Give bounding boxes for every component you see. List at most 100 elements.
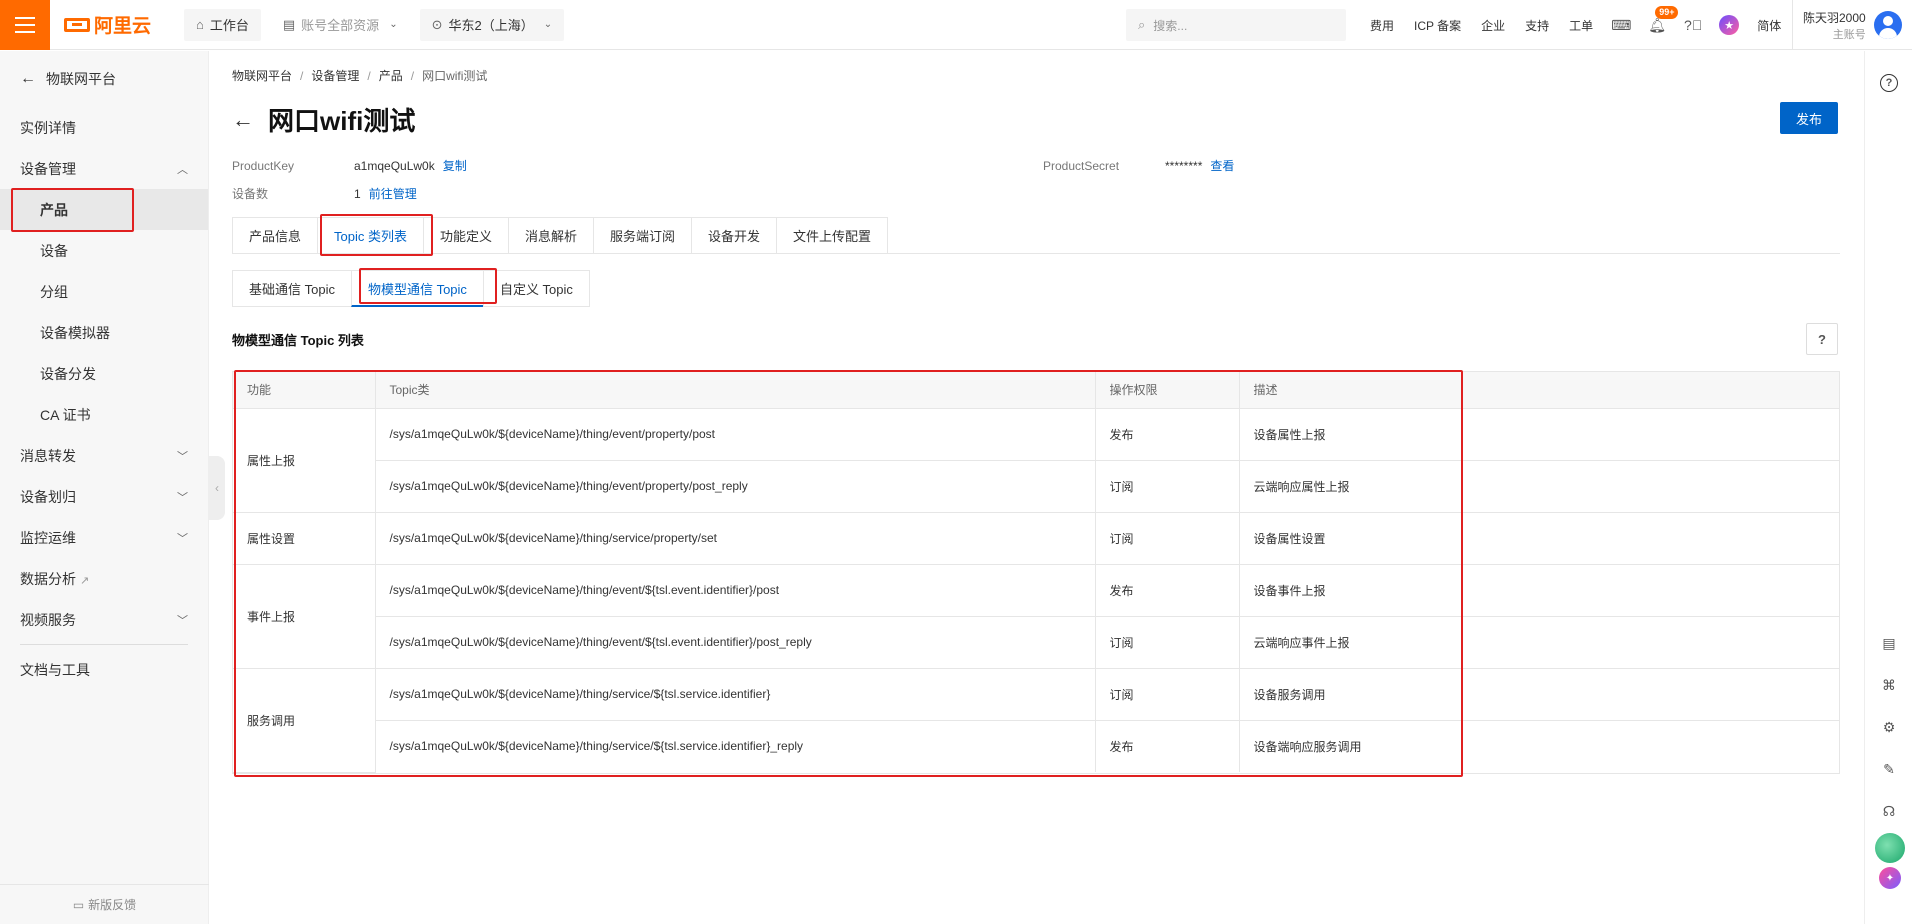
tab-function-definition[interactable]: 功能定义 (422, 217, 508, 254)
product-secret-row: ProductSecret ******** 查看 (1043, 157, 1234, 174)
view-secret-link[interactable]: 查看 (1210, 159, 1234, 173)
subtab-custom-topic[interactable]: 自定义 Topic (482, 270, 590, 307)
breadcrumb-item[interactable]: 物联网平台 (232, 67, 292, 84)
main-content: 物联网平台 / 设备管理 / 产品 / 网口wifi测试 ← 网口wifi测试 发布 … (209, 51, 1864, 924)
topic-cell: /sys/a1mqeQuLw0k/${deviceName}/thing/eve… (375, 564, 1096, 617)
header-description: 描述 (1239, 372, 1463, 409)
manage-link[interactable]: 前往管理 (369, 187, 417, 201)
sidebar-item-product[interactable]: 产品 (0, 189, 208, 230)
resource-selector[interactable]: ▤ 账号全部资源 ⌄ (270, 8, 410, 41)
sidebar-item-video[interactable]: 视频服务 ﹀ (0, 599, 208, 640)
edit-icon[interactable]: ✎ (1879, 759, 1899, 779)
table-row: /sys/a1mqeQuLw0k/${deviceName}/thing/ser… (233, 720, 1839, 772)
enterprise-link[interactable]: 企业 (1481, 17, 1505, 34)
user-role: 主账号 (1832, 28, 1866, 41)
resource-icon: ▤ (282, 16, 296, 32)
menu-icon[interactable] (0, 0, 50, 50)
chevron-up-icon: ︿ (177, 163, 188, 176)
bell-icon[interactable]: 🔔︎ 99+ (1647, 6, 1679, 35)
chevron-down-icon: ﹀ (177, 491, 188, 504)
breadcrumb-item[interactable]: 设备管理 (311, 67, 359, 84)
sidebar-item-data-analysis[interactable]: 数据分析 ↗ (0, 558, 208, 599)
product-secret-label: ProductSecret (1043, 159, 1120, 173)
search-icon: ⌕ (1138, 17, 1146, 32)
topic-cell: /sys/a1mqeQuLw0k/${deviceName}/thing/eve… (375, 408, 1096, 461)
home-icon: ⌂ (196, 17, 204, 32)
description-cell: 设备端响应服务调用 (1239, 720, 1463, 772)
code-icon[interactable]: ⌘ (1879, 675, 1899, 695)
terminal-icon[interactable]: ⌨ (1611, 15, 1631, 35)
document-icon[interactable]: ▤ (1879, 633, 1899, 653)
product-key-value: a1mqeQuLw0k (354, 159, 435, 173)
sidebar-item-distribution[interactable]: 设备分发 (0, 353, 208, 394)
topic-cell: /sys/a1mqeQuLw0k/${deviceName}/thing/ser… (375, 512, 1096, 565)
sidebar-item-ca-cert[interactable]: CA 证书 (0, 394, 208, 435)
tab-server-subscription[interactable]: 服务端订阅 (593, 217, 692, 254)
headset-icon[interactable]: ☊ (1879, 801, 1899, 821)
permission-cell: 发布 (1095, 408, 1240, 461)
assistant-badge-icon[interactable] (1875, 833, 1905, 863)
tab-product-info[interactable]: 产品信息 (232, 217, 318, 254)
sidebar-item-docs[interactable]: 文档与工具 (0, 649, 208, 690)
table-row: 服务调用 /sys/a1mqeQuLw0k/${deviceName}/thin… (233, 668, 1839, 773)
topic-table: 功能 Topic类 操作权限 描述 属性上报 /sys/a1mqeQuLw0k/… (232, 371, 1840, 774)
sidebar-item-group[interactable]: 分组 (0, 271, 208, 312)
sidebar: ← 物联网平台 实例详情 设备管理 ︿ 产品 设备 分组 设备模拟器 设备分发 CA… (0, 51, 209, 924)
subtab-basic-topic[interactable]: 基础通信 Topic (232, 270, 351, 307)
header-function: 功能 (233, 372, 376, 409)
tab-device-development[interactable]: 设备开发 (691, 217, 777, 254)
region-selector[interactable]: ⊙ 华东2（上海） ⌄ (419, 8, 565, 41)
permission-cell: 订阅 (1095, 616, 1240, 669)
search-input[interactable]: ⌕ 搜索... (1126, 9, 1346, 41)
help-circle-icon[interactable]: ? (1879, 73, 1899, 93)
chevron-down-icon: ﹀ (177, 614, 188, 627)
tab-topic-list[interactable]: Topic 类列表 (317, 217, 423, 254)
aliyun-logo-icon (64, 17, 90, 32)
description-cell: 设备事件上报 (1239, 564, 1463, 617)
logo[interactable]: 阿里云 (64, 11, 174, 38)
breadcrumb-item[interactable]: 产品 (379, 67, 403, 84)
icp-link[interactable]: ICP 备案 (1414, 17, 1461, 34)
language-switch[interactable]: 简体 (1757, 17, 1781, 34)
user-menu[interactable]: 陈天羽2000 主账号 (1792, 0, 1902, 50)
sidebar-item-message-forward[interactable]: 消息转发 ﹀ (0, 435, 208, 476)
back-arrow-icon[interactable]: ← (232, 107, 254, 133)
sidebar-item-device[interactable]: 设备 (0, 230, 208, 271)
page-title: 网口wifi测试 (268, 106, 416, 136)
function-cell: 事件上报 (233, 564, 376, 669)
ai-assistant-icon[interactable]: ★ (1719, 15, 1740, 35)
feedback-button[interactable]: ▭ 新版反馈 (0, 884, 209, 924)
workbench-button[interactable]: ⌂ 工作台 (184, 8, 261, 41)
brain-icon[interactable]: ✦ (1879, 867, 1901, 889)
sidebar-item-monitoring[interactable]: 监控运维 ﹀ (0, 517, 208, 558)
settings-icon[interactable]: ⚙ (1879, 717, 1899, 737)
sidebar-back-button[interactable]: ← 物联网平台 (0, 51, 208, 107)
help-button[interactable]: ? (1806, 323, 1838, 355)
product-tabs: 产品信息 Topic 类列表 功能定义 消息解析 服务端订阅 设备开发 文件上传… (232, 217, 1840, 254)
product-key-row: ProductKey a1mqeQuLw0k 复制 (232, 157, 467, 174)
top-bar: 阿里云 ⌂ 工作台 ▤ 账号全部资源 ⌄ ⊙ 华东2（上海） ⌄ ⌕ 搜索... 费用 IC… (0, 0, 1912, 50)
permission-cell: 发布 (1095, 564, 1240, 617)
subtab-tsl-topic[interactable]: 物模型通信 Topic (350, 270, 483, 307)
header-topic: Topic类 (375, 372, 1096, 409)
topic-cell: /sys/a1mqeQuLw0k/${deviceName}/thing/ser… (375, 668, 1096, 721)
avatar[interactable] (1873, 11, 1902, 39)
tab-message-parse[interactable]: 消息解析 (508, 217, 594, 254)
sidebar-item-device-assign[interactable]: 设备划归 ﹀ (0, 476, 208, 517)
publish-button[interactable]: 发布 (1780, 102, 1838, 134)
notification-badge: 99+ (1655, 6, 1679, 19)
device-count-label: 设备数 (232, 187, 269, 201)
copy-link[interactable]: 复制 (443, 159, 467, 173)
description-cell: 设备属性上报 (1239, 408, 1463, 461)
ticket-link[interactable]: 工单 (1569, 17, 1593, 34)
product-key-label: ProductKey (232, 159, 295, 173)
sidebar-item-simulator[interactable]: 设备模拟器 (0, 312, 208, 353)
help-icon[interactable]: ?⃝ (1683, 15, 1703, 35)
billing-link[interactable]: 费用 (1370, 17, 1394, 34)
topic-subtabs: 基础通信 Topic 物模型通信 Topic 自定义 Topic (232, 270, 590, 307)
support-link[interactable]: 支持 (1525, 17, 1549, 34)
tab-file-upload[interactable]: 文件上传配置 (776, 217, 889, 254)
function-cell: 服务调用 (233, 668, 376, 773)
sidebar-item-instance[interactable]: 实例详情 (0, 107, 208, 148)
sidebar-item-device-management[interactable]: 设备管理 ︿ (0, 148, 208, 189)
